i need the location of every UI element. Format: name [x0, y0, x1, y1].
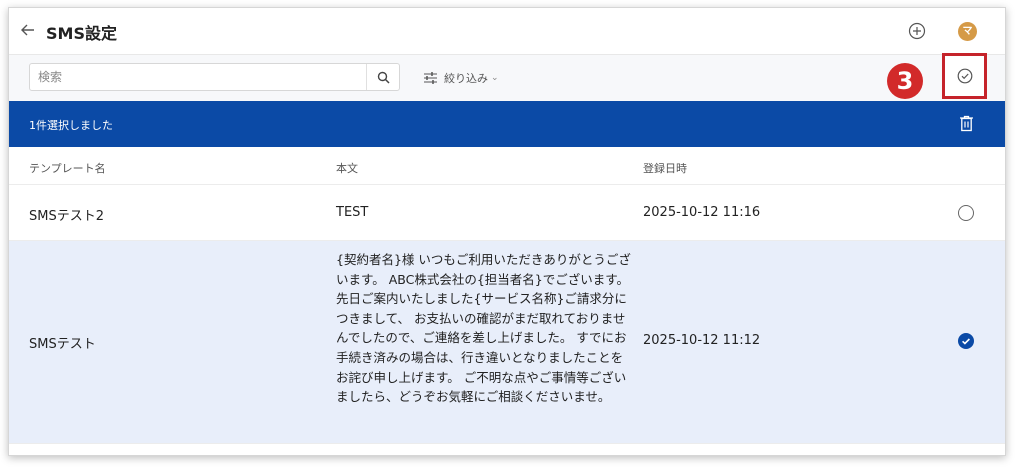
search-icon — [377, 71, 390, 84]
search-input[interactable] — [30, 64, 382, 90]
toolbar: 絞り込み ⌄ — [9, 55, 1005, 101]
template-name-cell: SMSテスト2 — [29, 209, 104, 224]
add-circle-icon[interactable] — [908, 22, 926, 40]
check-circle-icon — [957, 68, 972, 84]
body-cell: {契約者名}様 いつもご利用いただきありがとうございます。 ABC株式会社の{担… — [336, 252, 631, 405]
search-button[interactable] — [366, 64, 400, 90]
filter-label: 絞り込み — [444, 72, 488, 85]
user-avatar[interactable]: マ — [958, 22, 977, 41]
selection-bar: 1件選択しました — [9, 101, 1005, 147]
date-cell: 2025-10-12 11:12 — [643, 333, 761, 348]
trash-icon[interactable] — [959, 115, 974, 132]
checkmark-icon — [962, 338, 970, 345]
date-cell: 2025-10-12 11:16 — [643, 205, 761, 220]
page-header: SMS設定 マ — [9, 8, 1005, 55]
search-box — [29, 63, 400, 91]
back-arrow-icon[interactable] — [19, 21, 37, 39]
row-select-radio[interactable] — [958, 205, 974, 221]
page-title: SMS設定 — [46, 24, 117, 43]
sms-settings-window: SMS設定 マ 絞り込み ⌄ 3 — [8, 7, 1006, 456]
table-row[interactable]: SMSテスト {契約者名}様 いつもご利用いただきありがとうございます。 ABC… — [9, 241, 1005, 444]
table-header: テンプレート名 本文 登録日時 — [9, 147, 1005, 185]
chevron-down-icon: ⌄ — [491, 73, 499, 83]
table-row[interactable]: SMSテスト2 TEST 2025-10-12 11:16 — [9, 185, 1005, 241]
row-select-radio-checked[interactable] — [958, 333, 974, 349]
selection-count-text: 1件選択しました — [29, 119, 113, 132]
column-header-body[interactable]: 本文 — [336, 160, 358, 176]
column-header-template-name[interactable]: テンプレート名 — [29, 160, 106, 176]
select-mode-button[interactable] — [942, 53, 987, 99]
body-cell: TEST — [336, 205, 369, 220]
filter-sliders-icon — [424, 72, 437, 84]
filter-dropdown[interactable]: 絞り込み ⌄ — [423, 69, 499, 87]
column-header-registered-date[interactable]: 登録日時 — [643, 160, 687, 176]
step-number-badge: 3 — [887, 63, 923, 99]
template-name-cell: SMSテスト — [29, 337, 96, 352]
